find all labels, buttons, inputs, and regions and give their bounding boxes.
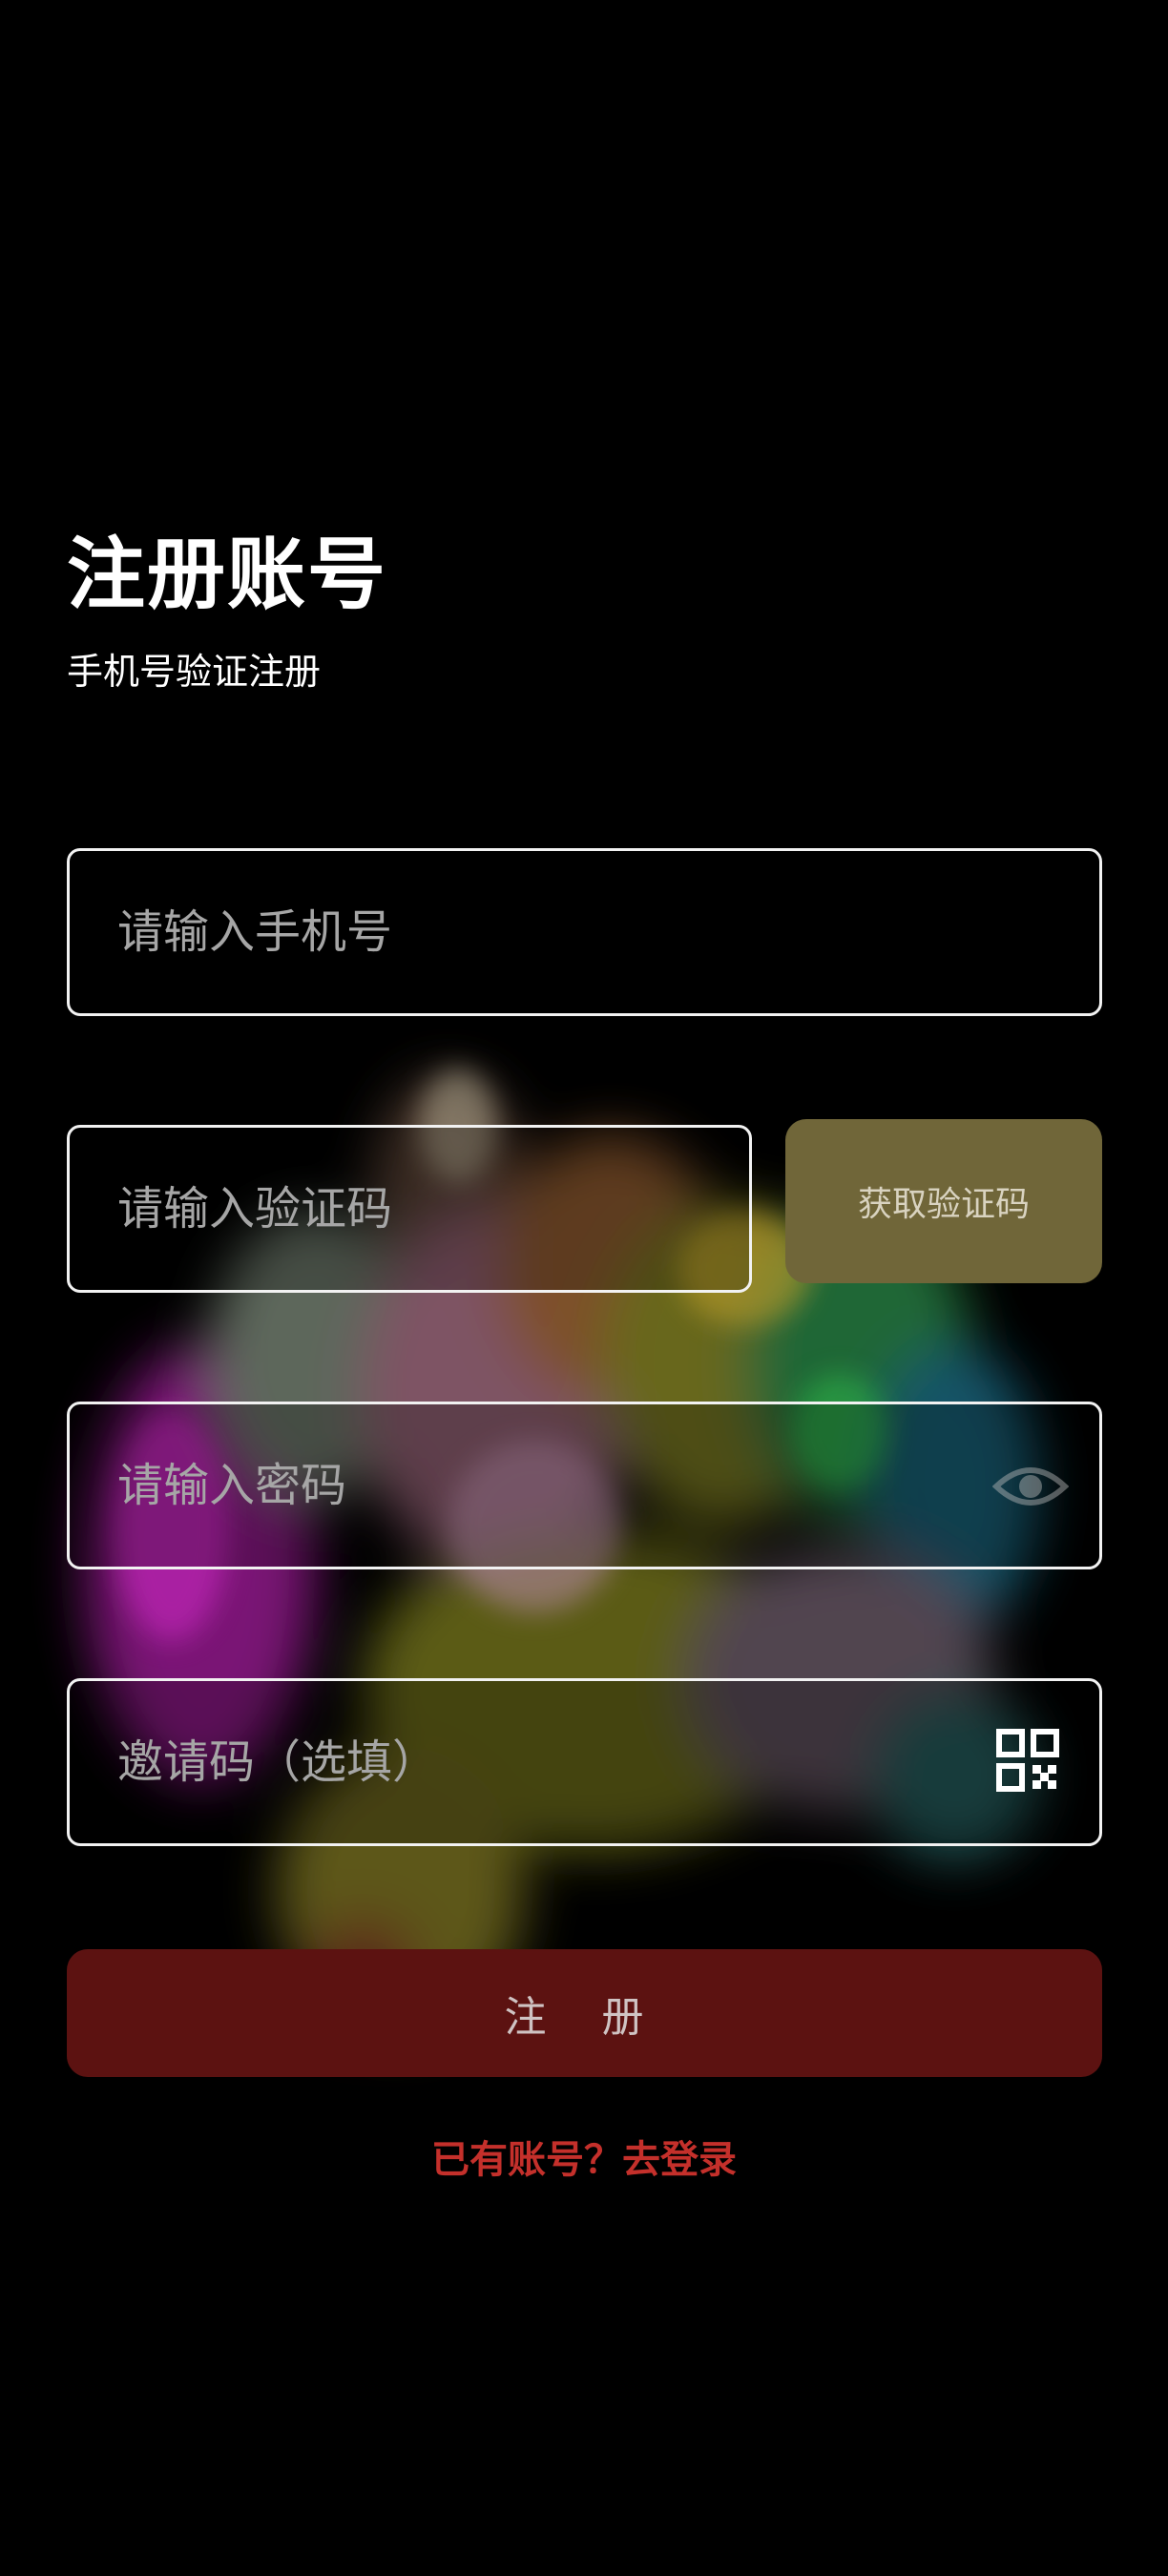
page-subtitle: 手机号验证注册 [67, 651, 322, 693]
password-input[interactable] [70, 1404, 1099, 1567]
invite-field[interactable] [67, 1678, 1102, 1846]
phone-input[interactable] [70, 851, 1099, 1013]
register-button[interactable]: 注 册 [67, 1949, 1102, 2077]
qr-code-icon[interactable] [996, 1729, 1059, 1792]
phone-field[interactable] [67, 848, 1102, 1016]
page-title: 注册账号 [67, 530, 388, 620]
code-field[interactable] [67, 1125, 752, 1293]
password-field[interactable] [67, 1402, 1102, 1569]
login-link[interactable]: 已有账号？去登录 [0, 2131, 1168, 2189]
code-input[interactable] [70, 1128, 749, 1290]
eye-icon[interactable] [992, 1458, 1069, 1515]
get-code-button[interactable]: 获取验证码 [785, 1119, 1102, 1283]
register-screen: 注册账号 手机号验证注册 获取验证码 注 册 已有账号？去登录 [0, 0, 1168, 2576]
invite-input[interactable] [70, 1681, 1099, 1843]
